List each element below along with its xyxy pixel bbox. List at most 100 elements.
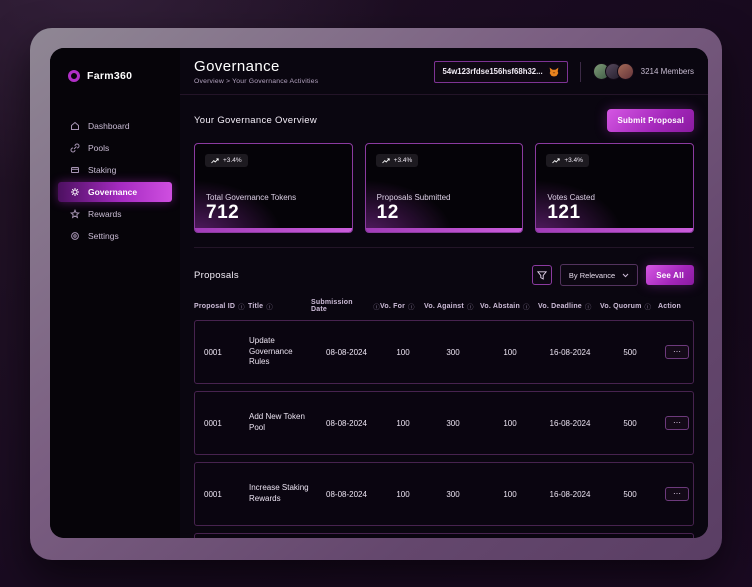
stat-label: Total Governance Tokens (206, 193, 297, 202)
cell-title: Increase Staking Rewards (249, 483, 309, 503)
sidebar-item-label: Rewards (88, 209, 122, 219)
home-icon (70, 121, 80, 131)
wallet-address-button[interactable]: 54w123rfdse156hsf68h32... (433, 60, 568, 83)
content: Your Governance Overview Submit Proposal… (180, 95, 708, 538)
settings-icon (70, 231, 80, 241)
cell-votes-abstain: 100 (503, 489, 517, 499)
cell-votes-against: 300 (446, 347, 460, 357)
column-header-submission-date[interactable]: Submission Date ⓘ (311, 299, 380, 313)
stat-card-total-governance-tokens: +3.4% Total Governance Tokens 712 (194, 143, 353, 233)
column-header-votes-abstain[interactable]: Vo. Abstain ⓘ (480, 301, 538, 312)
sort-selected-value: By Relevance (568, 270, 616, 280)
sidebar-item-label: Settings (88, 231, 119, 241)
trending-up-icon (381, 157, 390, 164)
info-icon: ⓘ (408, 304, 415, 311)
info-icon: ⓘ (522, 304, 530, 311)
change-badge: +3.4% (375, 154, 419, 167)
overview-section-title: Your Governance Overview (194, 115, 318, 126)
sidebar-nav: Dashboard Pools Staking Governance Rewar… (50, 116, 180, 246)
cell-votes-for: 100 (396, 347, 410, 357)
proposals-section-title: Proposals (194, 269, 239, 281)
cell-proposal-id: 0001 (204, 418, 222, 428)
app-window: Farm360 Dashboard Pools Staking Governan… (50, 48, 708, 538)
column-header-vote-quorum[interactable]: Vo. Quorum ⓘ (600, 301, 658, 312)
link-icon (70, 143, 80, 153)
overview-section-header: Your Governance Overview Submit Proposal (194, 109, 694, 132)
info-icon: ⓘ (466, 304, 474, 311)
proposals-table-header: Proposal ID ⓘ Title ⓘ Submission Date ⓘ Vo.… (194, 299, 694, 313)
cell-votes-against: 300 (446, 418, 460, 428)
star-icon (70, 209, 80, 219)
page-header: Governance Overview > Your Governance Ac… (180, 48, 708, 95)
page-header-left: Governance Overview > Your Governance Ac… (194, 58, 318, 85)
change-value: +3.4% (393, 157, 413, 164)
submit-proposal-button[interactable]: Submit Proposal (607, 109, 694, 132)
stat-cards: +3.4% Total Governance Tokens 712 +3.4% … (194, 143, 695, 233)
row-actions-button[interactable]: ⋯ (665, 416, 689, 430)
cell-vote-deadline: 16-08-2024 (549, 418, 591, 428)
trending-up-icon (552, 157, 560, 164)
section-divider (194, 247, 694, 248)
cell-submission-date: 08-08-2024 (326, 418, 367, 428)
column-header-proposal-id[interactable]: Proposal ID ⓘ (194, 301, 248, 312)
stat-card-votes-casted: +3.4% Votes Casted 121 (535, 143, 695, 233)
sidebar-item-dashboard[interactable]: Dashboard (58, 116, 172, 136)
members-group: 3214 Members (592, 63, 694, 80)
cell-vote-quorum: 500 (623, 418, 637, 428)
sort-dropdown[interactable]: By Relevance (559, 264, 639, 286)
info-icon: ⓘ (373, 304, 380, 311)
filter-icon (536, 270, 547, 280)
sidebar-item-label: Staking (88, 165, 117, 175)
cell-proposal-id: 0001 (204, 347, 222, 357)
cell-vote-deadline: 16-08-2024 (549, 347, 591, 357)
cell-votes-abstain: 100 (503, 347, 517, 357)
sidebar-item-staking[interactable]: Staking (58, 160, 172, 180)
brand-logo-icon (68, 70, 80, 82)
proposals-section-header: Proposals By Relevance See All (194, 264, 694, 286)
info-icon: ⓘ (644, 304, 652, 311)
stat-label: Votes Casted (547, 193, 595, 202)
column-header-action: Action (658, 302, 681, 310)
change-value: +3.4% (223, 157, 242, 164)
metamask-fox-icon (549, 67, 559, 77)
cell-title: Add New Token Pool (249, 412, 305, 432)
change-badge: +3.4% (546, 154, 589, 167)
cell-votes-for: 100 (396, 489, 410, 499)
proposal-row[interactable]: 0001 Update Governance Rules 08-08-2024 … (194, 320, 694, 384)
cell-vote-quorum: 500 (623, 489, 637, 499)
trending-up-icon (211, 157, 219, 164)
sidebar-item-label: Governance (88, 187, 138, 197)
proposal-row[interactable]: 0001 Add New Token Pool 08-08-2024 100 3… (194, 391, 694, 455)
chevron-down-icon (622, 273, 629, 278)
column-header-votes-for[interactable]: Vo. For ⓘ (380, 301, 424, 312)
info-icon: ⓘ (238, 304, 245, 311)
stat-value: 712 (206, 202, 240, 223)
stat-card-proposals-submitted: +3.4% Proposals Submitted 12 (364, 143, 524, 233)
column-header-vote-deadline[interactable]: Vo. Deadline ⓘ (538, 301, 600, 312)
main-panel: Governance Overview > Your Governance Ac… (180, 48, 708, 538)
sidebar-item-governance[interactable]: Governance (58, 182, 172, 202)
sidebar-item-label: Pools (88, 143, 110, 153)
row-actions-button[interactable]: ⋯ (665, 345, 689, 359)
cell-submission-date: 08-08-2024 (326, 347, 367, 357)
proposal-row[interactable]: 0001 Increase Staking Rewards 08-08-2024… (194, 462, 694, 526)
sidebar-item-settings[interactable]: Settings (58, 226, 172, 246)
brand-name: Farm360 (87, 70, 133, 82)
sidebar-item-pools[interactable]: Pools (58, 138, 172, 158)
row-actions-button[interactable]: ⋯ (665, 487, 689, 501)
info-icon: ⓘ (266, 304, 273, 311)
column-header-title[interactable]: Title ⓘ (248, 301, 311, 312)
stat-value: 121 (547, 202, 581, 223)
see-all-button[interactable]: See All (646, 265, 694, 285)
cell-votes-for: 100 (396, 418, 410, 428)
cell-votes-abstain: 100 (503, 418, 517, 428)
column-header-votes-against[interactable]: Vo. Against ⓘ (424, 301, 480, 312)
card-icon (70, 165, 80, 175)
filter-button[interactable] (531, 265, 552, 285)
header-divider (579, 61, 581, 82)
cell-vote-deadline: 16-08-2024 (549, 489, 591, 499)
members-count: 3214 Members (640, 67, 694, 76)
window-bezel: Farm360 Dashboard Pools Staking Governan… (30, 28, 722, 560)
sidebar-item-rewards[interactable]: Rewards (58, 204, 172, 224)
cell-votes-against: 300 (446, 489, 460, 499)
